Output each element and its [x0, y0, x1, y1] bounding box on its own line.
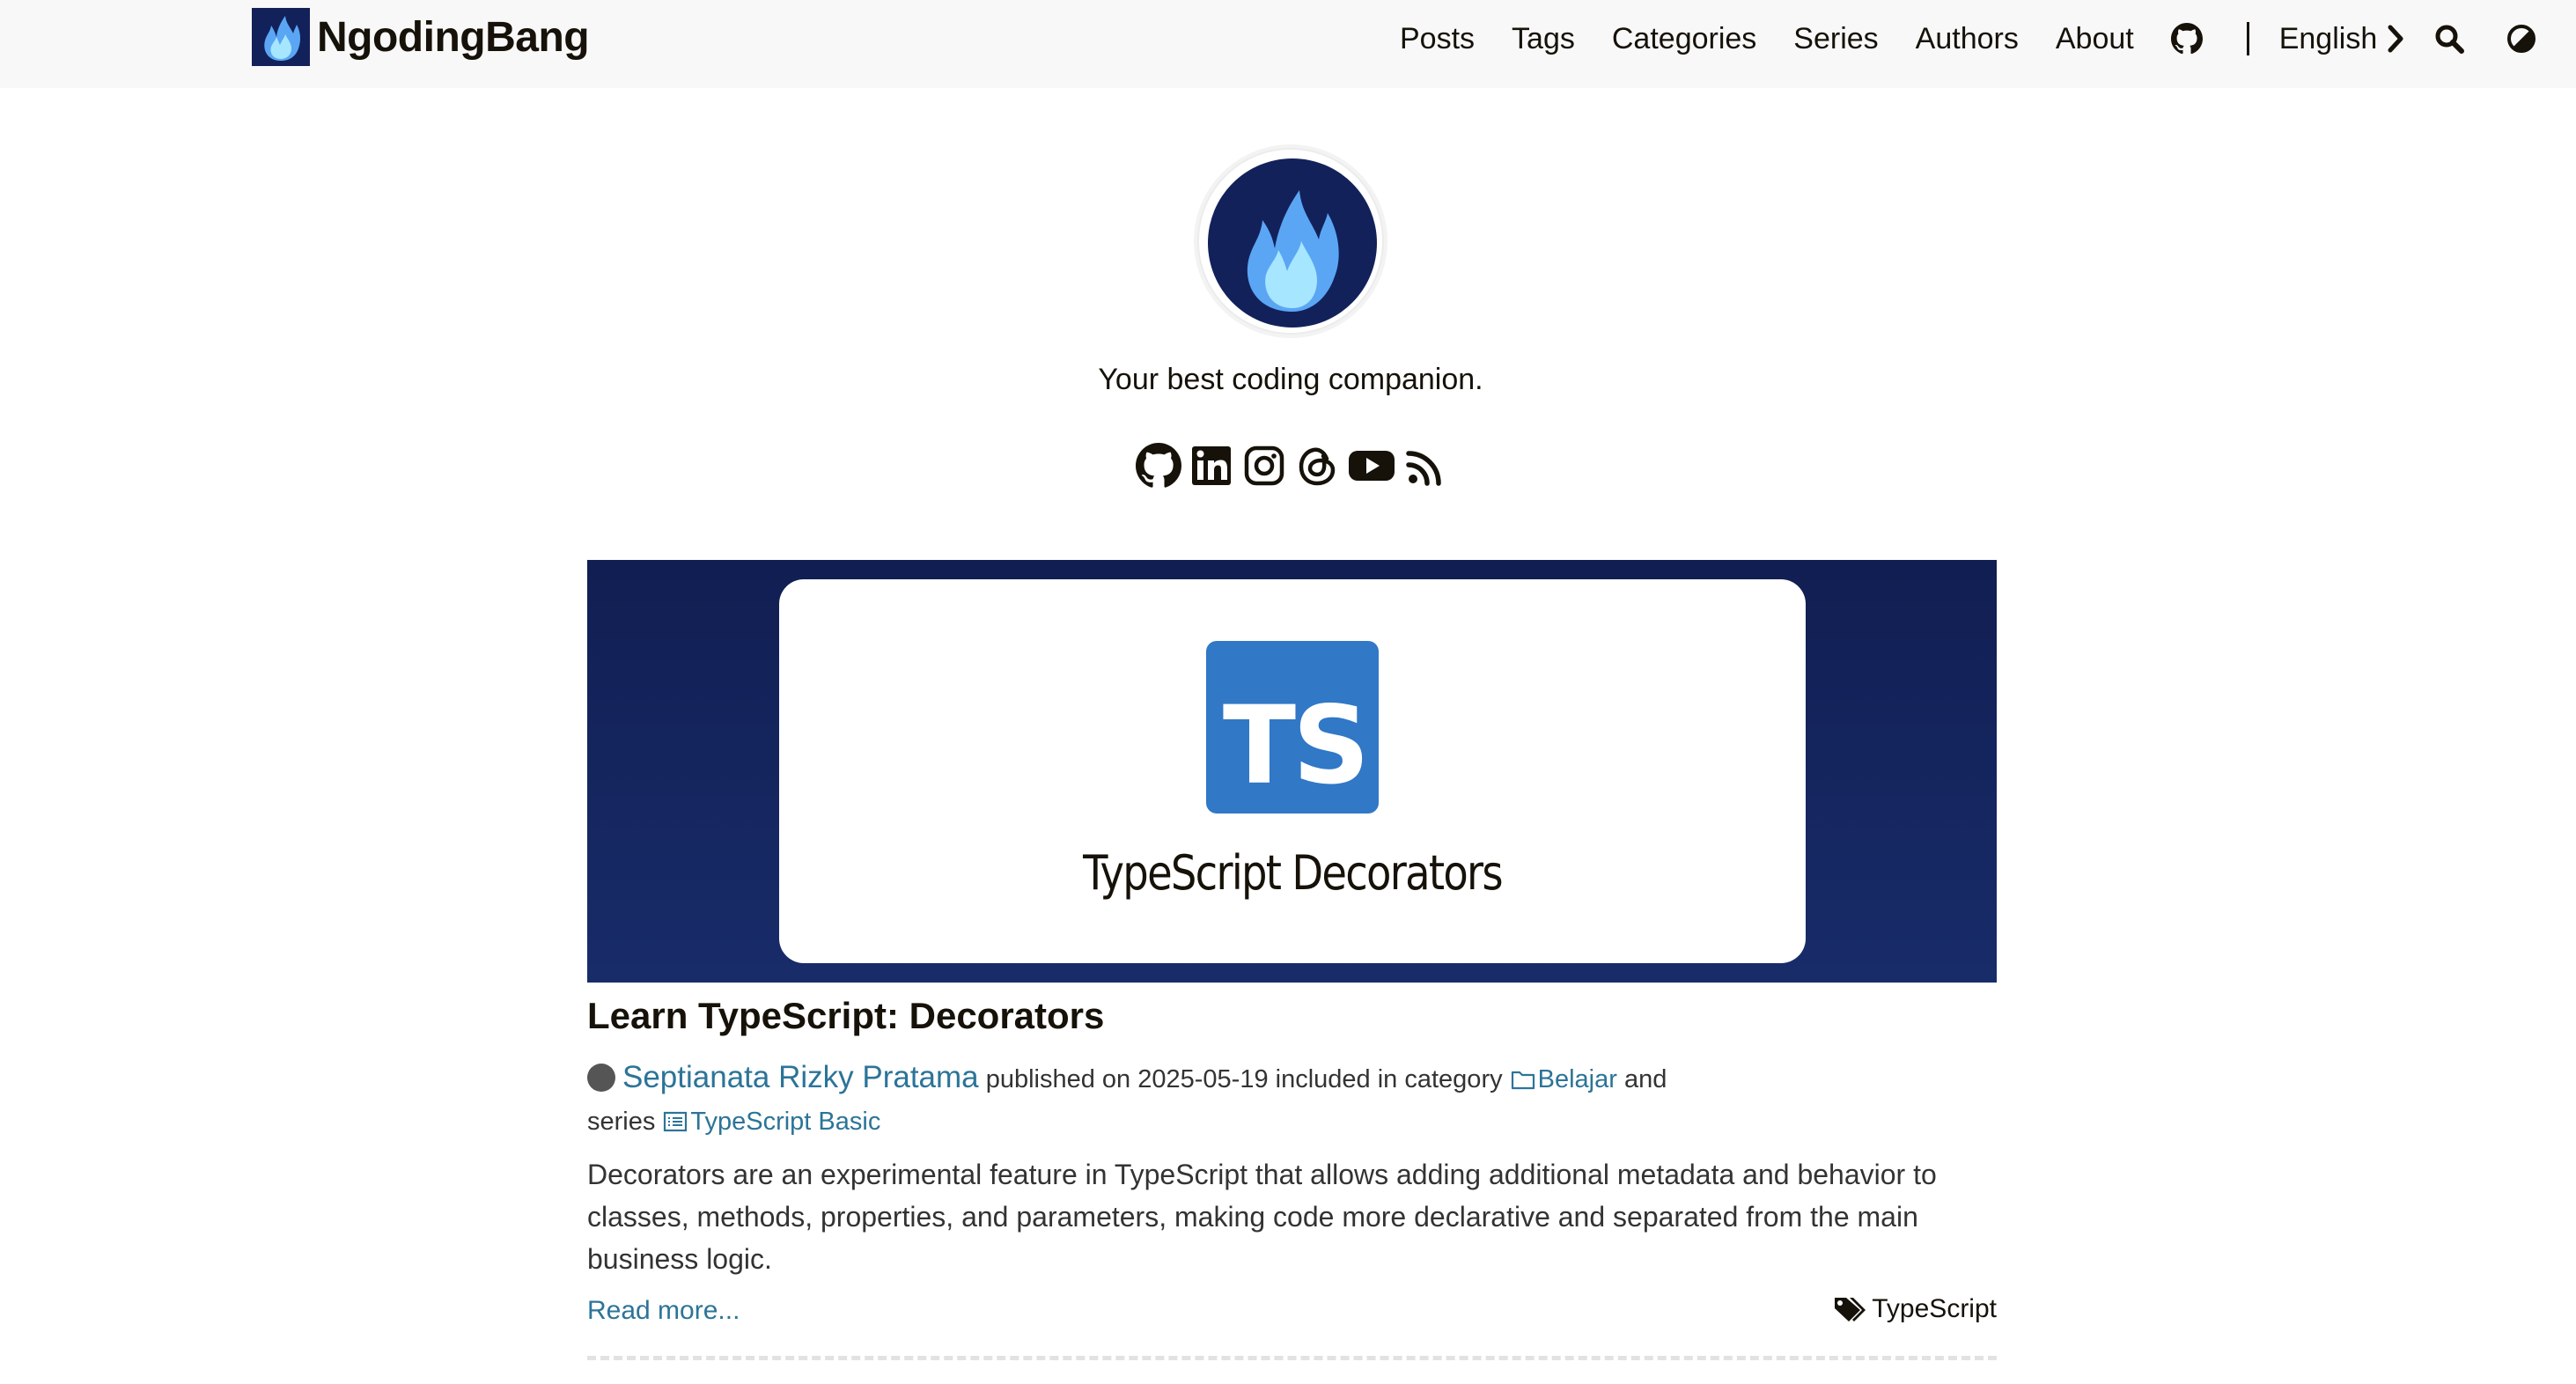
- tags-icon: [1835, 1298, 1866, 1321]
- brand-home-link[interactable]: NgodingBang: [252, 8, 590, 66]
- typescript-logo-text: TS: [1222, 683, 1370, 808]
- site-header: NgodingBang Posts Tags Categories Series…: [0, 0, 2576, 88]
- tag-typescript[interactable]: TypeScript: [1872, 1294, 1997, 1324]
- category-prefix: included in category: [1275, 1065, 1503, 1093]
- post-excerpt: Decorators are an experimental feature i…: [587, 1159, 1937, 1275]
- nav-categories[interactable]: Categories: [1612, 22, 1756, 56]
- author-avatar: [587, 1064, 615, 1092]
- rss-icon[interactable]: [1403, 443, 1449, 489]
- post-divider: [587, 1356, 1997, 1360]
- cover-card: TS TypeScript Decorators: [779, 579, 1806, 963]
- language-switcher[interactable]: English: [2279, 22, 2408, 56]
- youtube-icon[interactable]: [1347, 443, 1396, 489]
- github-icon[interactable]: [2170, 23, 2203, 55]
- post-meta: Septianata Rizky Pratama published on 20…: [587, 1056, 1997, 1143]
- flame-avatar-icon: [1208, 158, 1377, 328]
- folder-icon: [1511, 1071, 1535, 1090]
- site-avatar: [1197, 148, 1384, 335]
- linkedin-icon[interactable]: [1189, 443, 1234, 489]
- nav-about[interactable]: About: [2056, 22, 2134, 56]
- category-link[interactable]: Belajar: [1538, 1065, 1617, 1093]
- post-title[interactable]: Learn TypeScript: Decorators: [587, 995, 1104, 1037]
- read-more-link[interactable]: Read more...: [587, 1296, 740, 1326]
- series-prefix: series: [587, 1108, 656, 1136]
- brand-name: NgodingBang: [317, 13, 590, 61]
- nav-posts[interactable]: Posts: [1400, 22, 1475, 56]
- nav-divider: [2246, 22, 2249, 55]
- nav-series[interactable]: Series: [1793, 22, 1878, 56]
- flame-logo-icon: [252, 8, 310, 66]
- nav-authors[interactable]: Authors: [1916, 22, 2019, 56]
- social-links: [1136, 440, 1456, 491]
- list-icon: [664, 1111, 688, 1132]
- github-icon[interactable]: [1136, 443, 1181, 489]
- threads-icon[interactable]: [1294, 443, 1340, 489]
- series-link[interactable]: TypeScript Basic: [690, 1108, 880, 1136]
- main-nav: Posts Tags Categories Series Authors Abo…: [1400, 16, 2537, 62]
- post-cover-image[interactable]: TS TypeScript Decorators: [587, 560, 1997, 983]
- post-tags: TypeScript: [1833, 1294, 1997, 1324]
- instagram-icon[interactable]: [1241, 443, 1287, 489]
- theme-toggle-icon[interactable]: [2506, 23, 2537, 55]
- author-link[interactable]: Septianata Rizky Pratama: [622, 1060, 979, 1094]
- cover-title: TypeScript Decorators: [1083, 845, 1503, 901]
- site-tagline: Your best coding companion.: [1098, 363, 1483, 396]
- language-label: English: [2278, 21, 2378, 55]
- and-text: and: [1623, 1065, 1667, 1093]
- chevron-right-icon: [2388, 25, 2403, 53]
- nav-tags[interactable]: Tags: [1512, 22, 1575, 56]
- publish-date: 2025-05-19: [1137, 1065, 1269, 1093]
- search-icon[interactable]: [2433, 23, 2465, 55]
- typescript-logo: TS: [1206, 641, 1379, 813]
- published-prefix: published on: [985, 1065, 1131, 1093]
